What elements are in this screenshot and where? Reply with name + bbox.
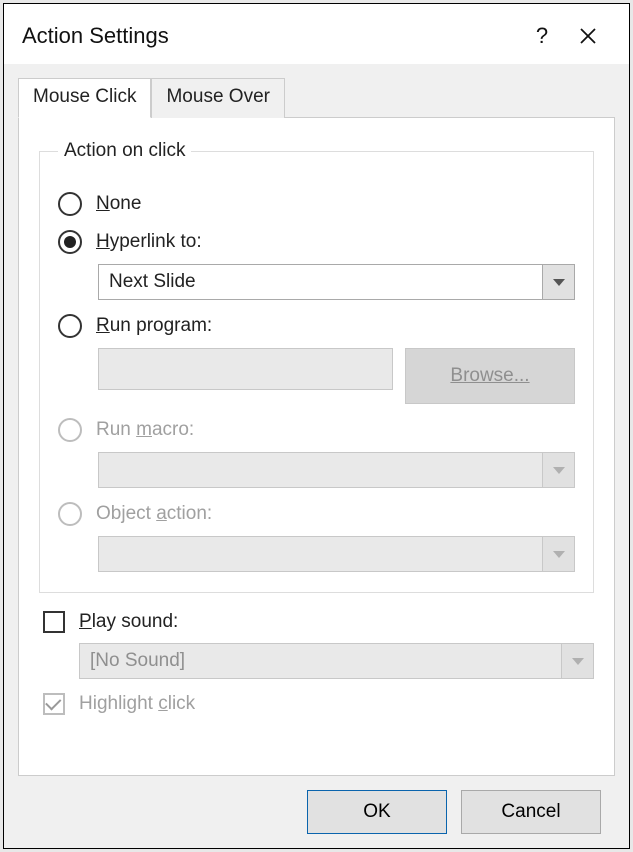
hyperlink-combo-value: Next Slide xyxy=(99,265,542,299)
tab-mouse-click[interactable]: Mouse Click xyxy=(18,78,151,118)
action-on-click-group: Action on click None Hyperlink to: Next … xyxy=(39,140,594,593)
label-object-action: Object action: xyxy=(96,503,212,525)
below-group: Play sound: [No Sound] Highlight click xyxy=(39,611,594,715)
label-highlight-click: Highlight click xyxy=(79,693,195,715)
label-play-sound: Play sound: xyxy=(79,611,178,633)
label-hyperlink: Hyperlink to: xyxy=(96,231,202,253)
action-settings-dialog: Action Settings ? Mouse Click Mouse Over… xyxy=(3,3,630,849)
option-object-action: Object action: xyxy=(58,502,575,526)
object-action-combo-value xyxy=(99,537,542,571)
chevron-down-icon xyxy=(553,551,565,558)
hyperlink-combo-button[interactable] xyxy=(542,265,574,299)
run-macro-combo xyxy=(98,452,575,488)
option-hyperlink[interactable]: Hyperlink to: xyxy=(58,230,575,254)
cancel-button[interactable]: Cancel xyxy=(461,790,601,834)
radio-run-macro xyxy=(58,418,82,442)
run-macro-combo-button xyxy=(542,453,574,487)
play-sound-row[interactable]: Play sound: xyxy=(43,611,594,633)
help-button[interactable]: ? xyxy=(519,18,565,54)
checkbox-play-sound[interactable] xyxy=(43,611,65,633)
option-run-program[interactable]: Run program: xyxy=(58,314,575,338)
object-action-row xyxy=(98,536,575,572)
tab-strip: Mouse Click Mouse Over xyxy=(18,78,615,117)
close-button[interactable] xyxy=(565,18,611,54)
radio-hyperlink[interactable] xyxy=(58,230,82,254)
chevron-down-icon xyxy=(553,279,565,286)
ok-button[interactable]: OK xyxy=(307,790,447,834)
titlebar: Action Settings ? xyxy=(4,4,629,64)
play-sound-combo-row: [No Sound] xyxy=(79,643,594,679)
play-sound-combo-button xyxy=(561,644,593,678)
checkbox-highlight-click xyxy=(43,693,65,715)
object-action-combo-button xyxy=(542,537,574,571)
chevron-down-icon xyxy=(553,467,565,474)
dialog-title: Action Settings xyxy=(22,23,519,49)
run-macro-row xyxy=(98,452,575,488)
run-macro-combo-value xyxy=(99,453,542,487)
label-run-program: Run program: xyxy=(96,315,212,337)
dialog-footer: OK Cancel xyxy=(18,776,615,848)
hyperlink-target-row: Next Slide xyxy=(98,264,575,300)
option-none[interactable]: None xyxy=(58,192,575,216)
radio-run-program[interactable] xyxy=(58,314,82,338)
run-program-row: Browse... xyxy=(98,348,575,404)
help-icon: ? xyxy=(536,23,548,49)
run-program-input xyxy=(98,348,393,390)
label-none: None xyxy=(96,193,141,215)
play-sound-combo: [No Sound] xyxy=(79,643,594,679)
radio-none[interactable] xyxy=(58,192,82,216)
hyperlink-combo[interactable]: Next Slide xyxy=(98,264,575,300)
highlight-click-row: Highlight click xyxy=(43,693,594,715)
option-run-macro: Run macro: xyxy=(58,418,575,442)
tab-panel-mouse-click: Action on click None Hyperlink to: Next … xyxy=(18,117,615,776)
browse-button: Browse... xyxy=(405,348,575,404)
content-area: Mouse Click Mouse Over Action on click N… xyxy=(4,64,629,848)
tab-mouse-over[interactable]: Mouse Over xyxy=(151,78,284,118)
radio-object-action xyxy=(58,502,82,526)
close-icon xyxy=(578,26,598,46)
chevron-down-icon xyxy=(572,658,584,665)
object-action-combo xyxy=(98,536,575,572)
label-run-macro: Run macro: xyxy=(96,419,194,441)
play-sound-combo-value: [No Sound] xyxy=(80,644,561,678)
browse-button-label: Browse... xyxy=(450,365,529,387)
group-legend: Action on click xyxy=(58,140,191,162)
